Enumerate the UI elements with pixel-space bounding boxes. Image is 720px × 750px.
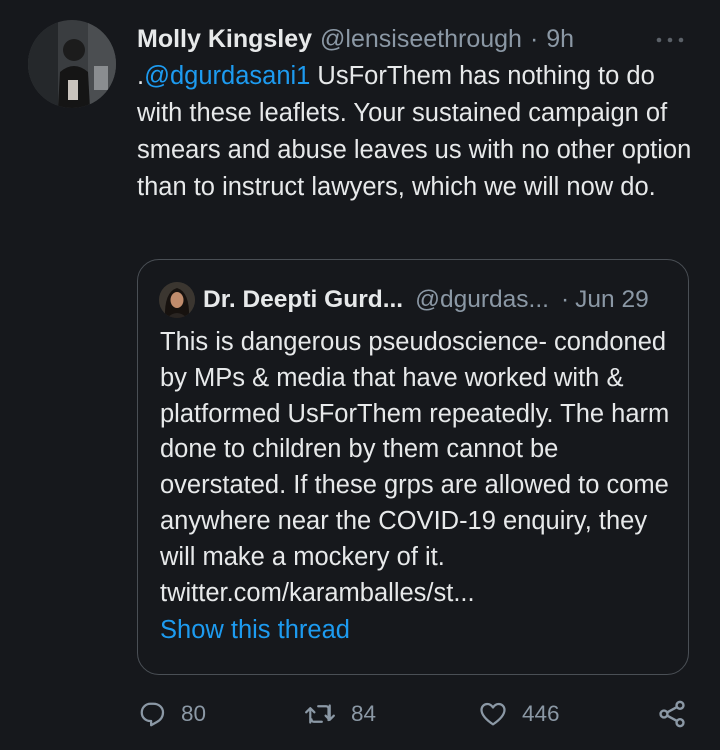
mention-link[interactable]: @dgurdasani1 <box>144 62 310 90</box>
reply-button[interactable]: 80 <box>137 694 206 734</box>
quoted-header-separator: · <box>560 286 570 313</box>
tweet-header: Molly Kingsley @lensiseethrough · 9h <box>137 22 574 56</box>
heart-icon <box>480 702 506 726</box>
header-separator: · <box>529 24 539 53</box>
like-count: 446 <box>522 701 560 726</box>
tweet-actions: 80 84 446 <box>0 694 720 734</box>
like-button[interactable]: 446 <box>478 694 560 734</box>
quoted-author-name[interactable]: Dr. Deepti Gurd... <box>203 286 403 314</box>
quoted-author-handle[interactable]: @dgurdas... <box>415 286 549 314</box>
author-name[interactable]: Molly Kingsley <box>137 25 312 54</box>
show-thread-link[interactable]: Show this thread <box>160 616 350 645</box>
share-button[interactable] <box>656 694 688 734</box>
quoted-tweet-timestamp[interactable]: Jun 29 <box>575 286 649 314</box>
share-icon <box>659 700 685 728</box>
retweet-count: 84 <box>351 701 377 726</box>
quoted-tweet-text: This is dangerous pseudoscience- condone… <box>160 328 670 607</box>
reply-count: 80 <box>181 701 207 726</box>
author-avatar[interactable] <box>28 20 116 108</box>
author-handle[interactable]: @lensiseethrough <box>320 25 522 54</box>
quoted-tweet-header: Dr. Deepti Gurd... @dgurdas... · Jun 29 <box>203 282 649 318</box>
retweet-button[interactable]: 84 <box>303 694 376 734</box>
quoted-tweet[interactable]: Dr. Deepti Gurd... @dgurdas... · Jun 29 … <box>137 259 689 675</box>
tweet[interactable]: Molly Kingsley @lensiseethrough · 9h .@d… <box>0 0 720 750</box>
tweet-text: .@dgurdasani1 UsForThem has nothing to d… <box>137 58 707 206</box>
retweet-icon <box>305 704 335 724</box>
author-avatar-photo <box>28 20 116 108</box>
more-dots-icon[interactable] <box>653 30 687 50</box>
quoted-author-avatar-photo <box>159 282 195 318</box>
tweet-timestamp[interactable]: 9h <box>546 25 574 54</box>
reply-bubble-icon <box>140 702 165 727</box>
quoted-author-avatar[interactable] <box>159 282 195 318</box>
